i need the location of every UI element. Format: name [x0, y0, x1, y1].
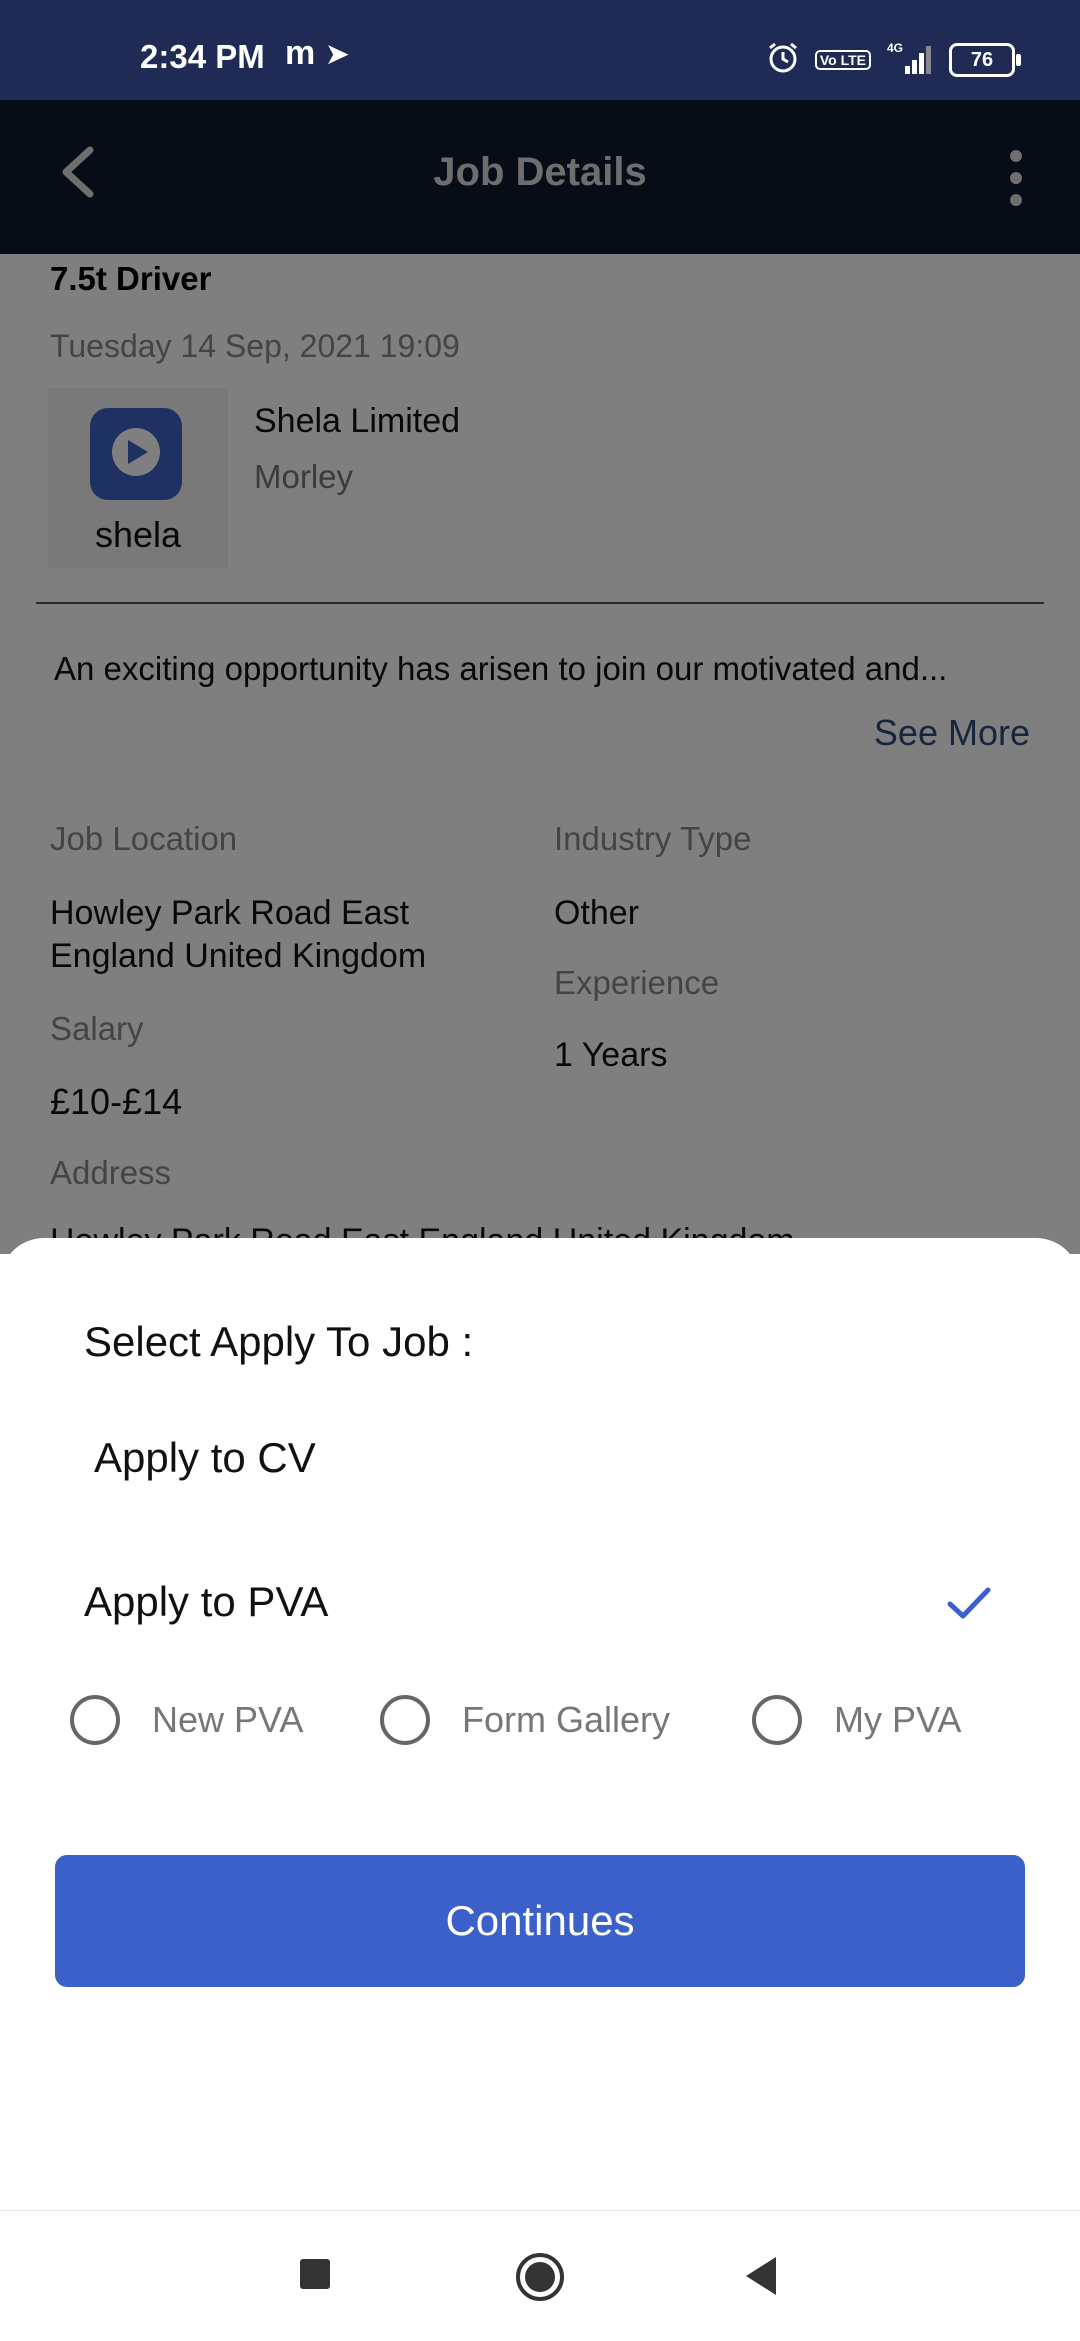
apply-bottom-sheet: Select Apply To Job : Apply to CV Apply … — [0, 1238, 1080, 2210]
continue-button[interactable]: Continues — [55, 1855, 1025, 1987]
circle-icon[interactable] — [514, 2251, 566, 2308]
radio-label-form-gallery: Form Gallery — [462, 1699, 671, 1740]
telegram-icon: ➤ — [324, 38, 350, 71]
radio-circle-icon[interactable] — [70, 1695, 120, 1745]
status-notification-icons: m ➤ — [285, 34, 350, 73]
radio-label-my-pva: My PVA — [834, 1699, 962, 1740]
alarm-icon — [765, 40, 801, 81]
status-bar: 2:34 PM m ➤ Vo LTE 4G 76 — [0, 0, 1080, 100]
apply-to-pva-option[interactable]: Apply to PVA — [84, 1578, 328, 1626]
svg-text:4G: 4G — [887, 41, 903, 55]
system-nav-bar — [0, 2210, 1080, 2341]
apply-to-cv-option[interactable]: Apply to CV — [94, 1434, 316, 1482]
status-right-icons: Vo LTE 4G 76 — [765, 40, 1021, 81]
triangle-back-icon[interactable] — [742, 2255, 780, 2302]
radio-circle-icon[interactable] — [752, 1695, 802, 1745]
radio-my-pva[interactable]: My PVA — [752, 1690, 961, 1750]
signal-icon: 4G — [885, 40, 935, 81]
m-app-icon: m — [285, 34, 316, 72]
battery-icon: 76 — [949, 43, 1021, 77]
volte-icon: Vo LTE — [814, 50, 871, 70]
check-icon — [944, 1578, 994, 1628]
radio-form-gallery[interactable]: Form Gallery — [380, 1690, 670, 1750]
modal-scrim[interactable] — [0, 100, 1080, 1254]
radio-new-pva[interactable]: New PVA — [70, 1690, 303, 1750]
status-time: 2:34 PM — [140, 38, 265, 75]
radio-circle-icon[interactable] — [380, 1695, 430, 1745]
radio-label-new-pva: New PVA — [152, 1699, 304, 1740]
sheet-title: Select Apply To Job : — [84, 1318, 474, 1365]
square-icon[interactable] — [298, 2257, 332, 2296]
